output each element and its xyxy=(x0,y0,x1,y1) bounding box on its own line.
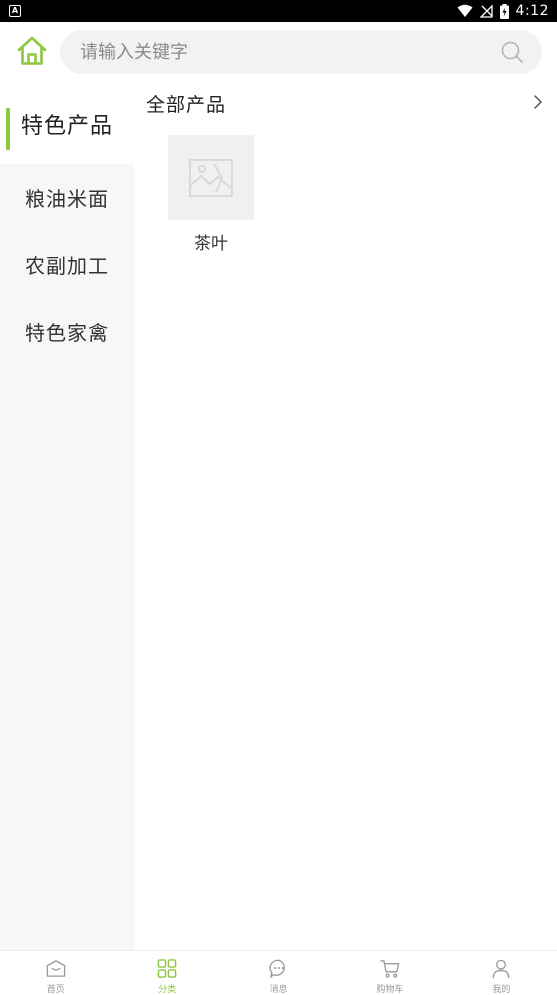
sidebar-item-grain-oil[interactable]: 粮油米面 xyxy=(0,164,134,231)
search-bar[interactable] xyxy=(60,30,542,74)
home-icon xyxy=(17,36,47,65)
status-bar: A 4:12 xyxy=(0,0,557,22)
bottom-tab-bar: 首页 分类 消息 购物车 我的 xyxy=(0,950,557,995)
tab-home[interactable]: 首页 xyxy=(0,951,111,995)
category-content: 全部产品 茶叶 xyxy=(134,84,557,950)
sidebar-item-label: 农副加工 xyxy=(25,254,109,278)
sidebar-item-featured-poultry[interactable]: 特色家禽 xyxy=(0,298,134,365)
header xyxy=(0,22,557,84)
product-card[interactable]: 茶叶 xyxy=(168,135,254,254)
sidebar-item-featured-products[interactable]: 特色产品 xyxy=(0,84,134,164)
tab-label: 购物车 xyxy=(376,985,404,995)
chevron-right-icon[interactable] xyxy=(531,94,545,110)
tab-label: 分类 xyxy=(158,985,177,995)
tab-label: 首页 xyxy=(46,985,65,995)
home-icon xyxy=(46,960,65,977)
message-icon xyxy=(268,959,285,978)
image-placeholder-icon xyxy=(189,158,233,197)
product-thumbnail[interactable] xyxy=(168,135,254,220)
sidebar-item-agri-processing[interactable]: 农副加工 xyxy=(0,231,134,298)
no-signal-icon xyxy=(479,4,493,18)
user-icon xyxy=(493,959,510,979)
app-notification-icon: A xyxy=(9,5,21,17)
category-icon xyxy=(157,959,177,978)
home-button[interactable] xyxy=(14,33,50,69)
sidebar-item-label: 粮油米面 xyxy=(25,187,109,211)
screen: A 4:12 请输入关键字 特色产品 粮油米面 农副加工 特色家禽 全部产品 茶… xyxy=(0,0,557,995)
category-sidebar: 特色产品 粮油米面 农副加工 特色家禽 xyxy=(0,84,134,950)
wifi-icon xyxy=(457,4,473,17)
status-icons: 4:12 xyxy=(457,0,549,22)
sidebar-item-label: 特色家禽 xyxy=(25,321,109,345)
tab-label: 消息 xyxy=(269,985,288,995)
sidebar-item-label: 特色产品 xyxy=(20,114,113,139)
tab-cart[interactable]: 购物车 xyxy=(334,951,445,995)
tab-category[interactable]: 分类 xyxy=(111,951,222,995)
search-input[interactable] xyxy=(80,30,480,74)
search-icon[interactable] xyxy=(500,40,524,64)
tab-profile[interactable]: 我的 xyxy=(446,951,557,995)
battery-charging-icon xyxy=(499,3,509,19)
cart-icon xyxy=(380,960,400,978)
section-title[interactable]: 全部产品 xyxy=(146,90,226,117)
tab-messages[interactable]: 消息 xyxy=(223,951,334,995)
tab-label: 我的 xyxy=(492,985,511,995)
status-time: 4:12 xyxy=(515,3,549,19)
product-name: 茶叶 xyxy=(194,234,228,254)
